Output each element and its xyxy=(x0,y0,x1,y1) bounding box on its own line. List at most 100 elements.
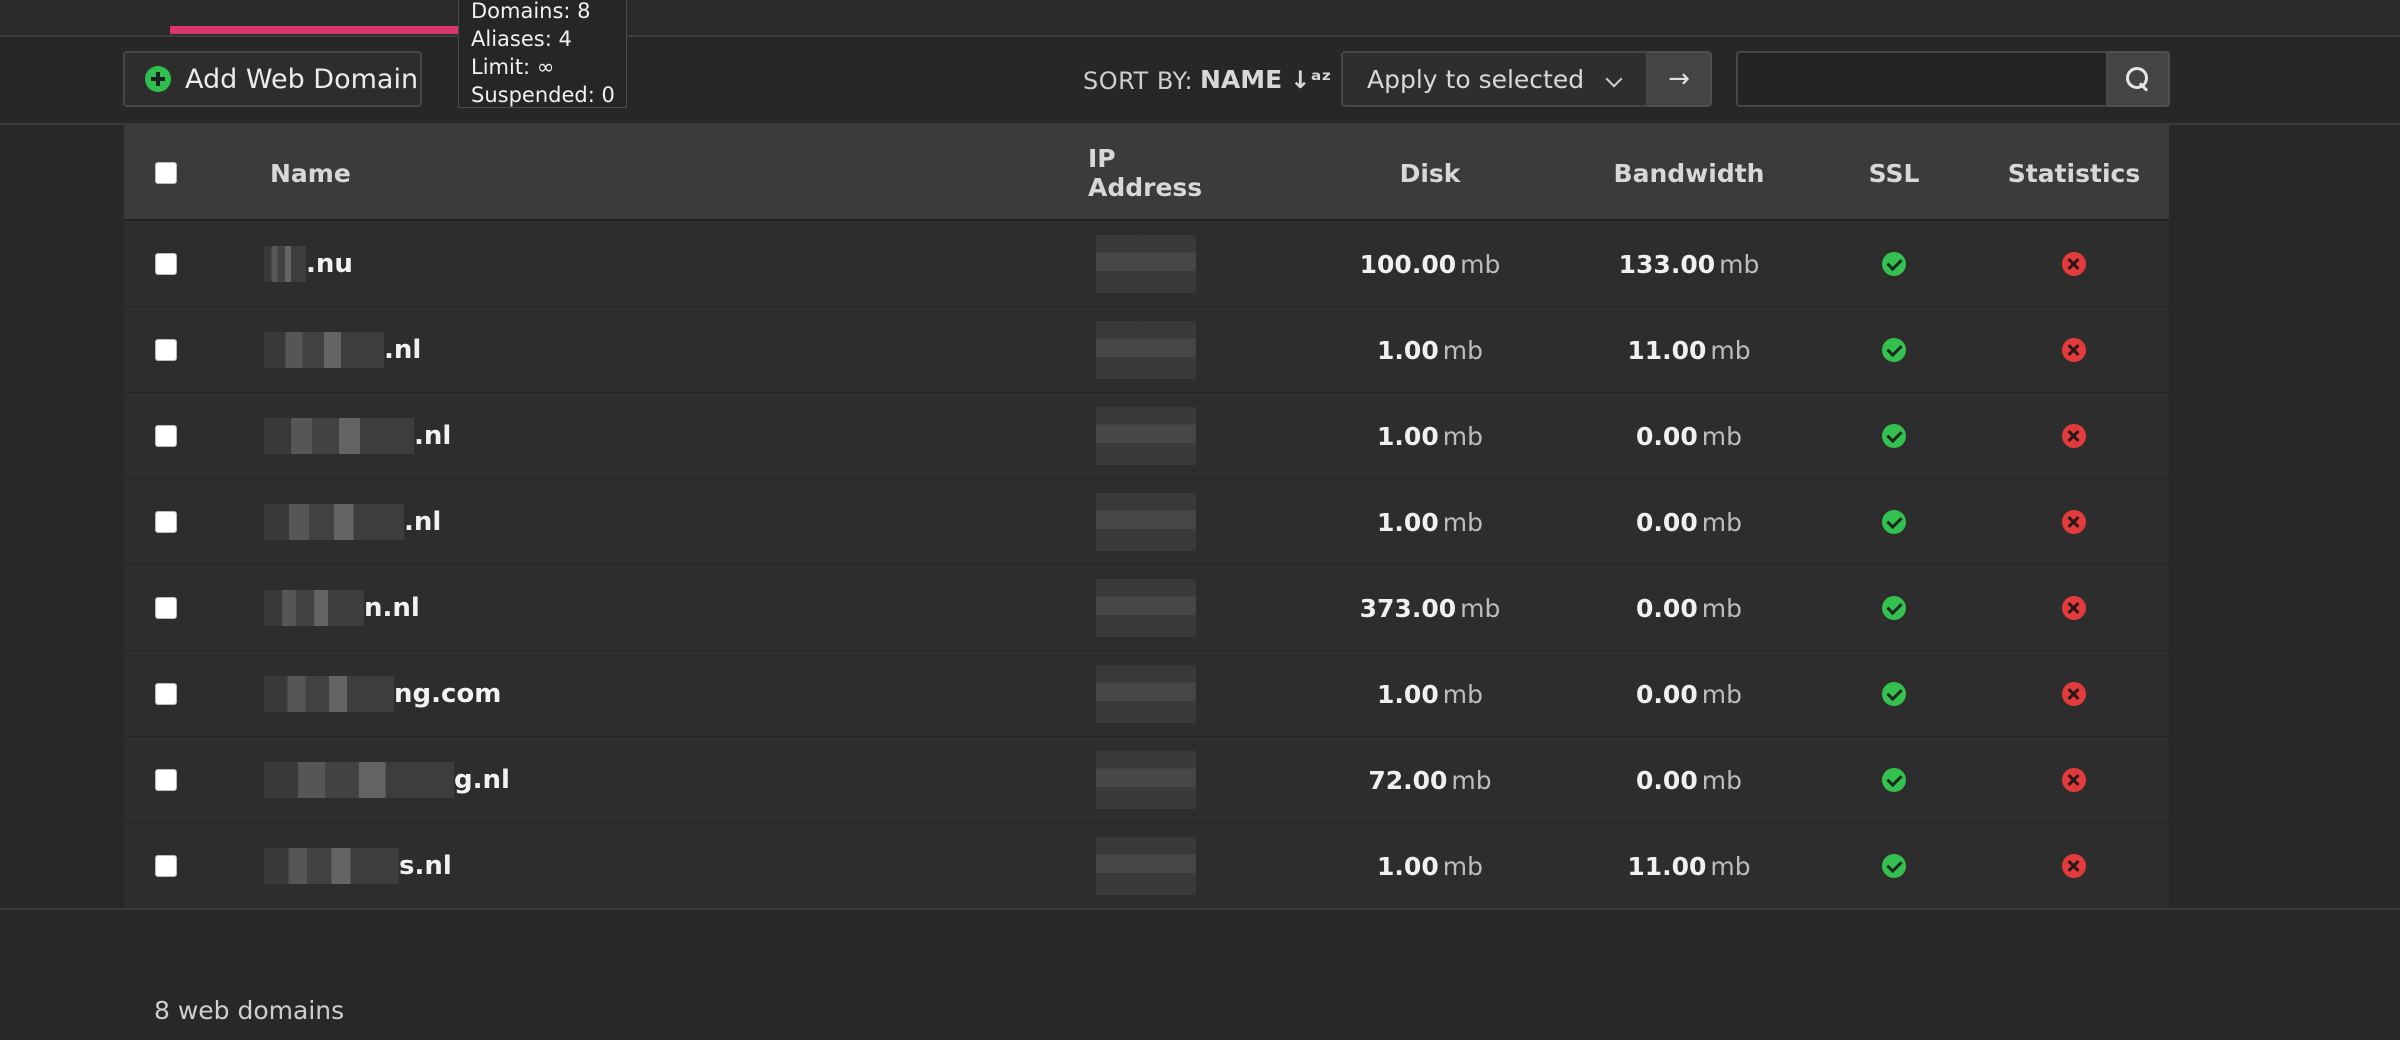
sort-direction-icon: ↓ᵃᶻ xyxy=(1290,65,1332,94)
disk-unit: mb xyxy=(1442,679,1483,709)
domain-name-link[interactable]: .nl xyxy=(414,421,451,451)
bandwidth-cell: 11.00 mb xyxy=(1564,307,1814,393)
ip-address-cell xyxy=(1096,221,1196,307)
disk-cell: 373.00 mb xyxy=(1338,565,1522,651)
disk-cell: 1.00 mb xyxy=(1338,307,1522,393)
disk-value: 100.00 xyxy=(1359,249,1457,279)
row-checkbox[interactable] xyxy=(155,855,177,877)
disk-cell: 1.00 mb xyxy=(1338,479,1522,565)
bulk-action-label: Apply to selected xyxy=(1367,64,1585,94)
domain-name-cell: g.nl xyxy=(264,737,510,823)
domain-name-link[interactable]: .nl xyxy=(384,335,421,365)
ssl-cell xyxy=(1814,565,1974,651)
bandwidth-value: 11.00 xyxy=(1627,851,1707,881)
domain-name-cell: .nu xyxy=(264,221,353,307)
table-row[interactable]: n.nl 373.00 mb 0.00 mb xyxy=(124,565,2169,651)
bulk-action-select[interactable]: Apply to selected xyxy=(1341,51,1648,107)
row-checkbox[interactable] xyxy=(155,339,177,361)
bandwidth-cell: 0.00 mb xyxy=(1564,737,1814,823)
x-circle-icon xyxy=(2062,510,2086,534)
disk-cell: 1.00 mb xyxy=(1338,823,1522,909)
sort-by-label: SORT BY: xyxy=(1083,67,1194,95)
ip-address-cell xyxy=(1096,823,1196,909)
domain-name-link[interactable]: .nl xyxy=(404,507,441,537)
select-all-checkbox[interactable] xyxy=(155,162,177,184)
row-select-cell xyxy=(155,565,177,651)
header-ssl[interactable]: SSL xyxy=(1814,125,1974,221)
ssl-cell xyxy=(1814,737,1974,823)
header-ip[interactable]: IP Address xyxy=(1088,125,1204,221)
x-circle-icon xyxy=(2062,682,2086,706)
disk-value: 72.00 xyxy=(1368,765,1448,795)
disk-value: 373.00 xyxy=(1359,593,1457,623)
bandwidth-unit: mb xyxy=(1701,421,1742,451)
redacted-name xyxy=(264,418,414,454)
row-checkbox[interactable] xyxy=(155,769,177,791)
table-header: Name IP Address Disk Bandwidth SSL Stati… xyxy=(124,125,2169,221)
table-row[interactable]: .nl 1.00 mb 0.00 mb xyxy=(124,393,2169,479)
domain-name-cell: .nl xyxy=(264,479,441,565)
statistics-cell xyxy=(1984,823,2164,909)
bandwidth-value: 0.00 xyxy=(1636,765,1698,795)
table-row[interactable]: ng.com 1.00 mb 0.00 mb xyxy=(124,651,2169,737)
header-name[interactable]: Name xyxy=(270,125,351,221)
add-web-domain-button[interactable]: Add Web Domain xyxy=(123,51,422,107)
domain-name-cell: n.nl xyxy=(264,565,420,651)
stats-tooltip: Domains: 8 Aliases: 4 Limit: ∞ Suspended… xyxy=(458,0,627,108)
add-web-domain-label: Add Web Domain xyxy=(185,63,419,95)
row-select-cell xyxy=(155,823,177,909)
row-checkbox[interactable] xyxy=(155,511,177,533)
redacted-name xyxy=(264,848,399,884)
table-row[interactable]: .nu 100.00 mb 133.00 mb xyxy=(124,221,2169,307)
row-select-cell xyxy=(155,737,177,823)
check-circle-icon xyxy=(1882,510,1906,534)
table-row[interactable]: .nl 1.00 mb 0.00 mb xyxy=(124,479,2169,565)
header-bandwidth[interactable]: Bandwidth xyxy=(1564,125,1814,221)
check-circle-icon xyxy=(1882,854,1906,878)
domain-name-link[interactable]: n.nl xyxy=(364,593,420,623)
table-row[interactable]: .nl 1.00 mb 11.00 mb xyxy=(124,307,2169,393)
row-checkbox[interactable] xyxy=(155,253,177,275)
redacted-ip xyxy=(1096,665,1196,723)
ssl-cell xyxy=(1814,307,1974,393)
apply-bulk-action-button[interactable]: → xyxy=(1648,51,1712,107)
table-row[interactable]: g.nl 72.00 mb 0.00 mb xyxy=(124,737,2169,823)
disk-cell: 1.00 mb xyxy=(1338,651,1522,737)
statistics-cell xyxy=(1984,737,2164,823)
statistics-cell xyxy=(1984,651,2164,737)
row-checkbox[interactable] xyxy=(155,597,177,619)
statistics-cell xyxy=(1984,479,2164,565)
search-button[interactable] xyxy=(2108,51,2170,107)
bandwidth-value: 133.00 xyxy=(1618,249,1716,279)
disk-value: 1.00 xyxy=(1377,335,1439,365)
sort-value: NAME xyxy=(1200,65,1283,94)
redacted-name xyxy=(264,332,384,368)
ssl-cell xyxy=(1814,393,1974,479)
bandwidth-cell: 133.00 mb xyxy=(1564,221,1814,307)
bandwidth-unit: mb xyxy=(1701,765,1742,795)
tooltip-aliases: Aliases: 4 xyxy=(471,27,572,51)
header-statistics[interactable]: Statistics xyxy=(1984,125,2164,221)
redacted-ip xyxy=(1096,493,1196,551)
sort-toggle[interactable]: NAME ↓ᵃᶻ xyxy=(1200,65,1331,94)
table-row[interactable]: s.nl 1.00 mb 11.00 mb xyxy=(124,823,2169,909)
disk-unit: mb xyxy=(1442,851,1483,881)
row-select-cell xyxy=(155,307,177,393)
search-input[interactable] xyxy=(1736,51,2108,107)
ip-address-cell xyxy=(1096,651,1196,737)
row-checkbox[interactable] xyxy=(155,425,177,447)
x-circle-icon xyxy=(2062,854,2086,878)
check-circle-icon xyxy=(1882,424,1906,448)
x-circle-icon xyxy=(2062,252,2086,276)
row-select-cell xyxy=(155,393,177,479)
header-disk[interactable]: Disk xyxy=(1338,125,1522,221)
domain-name-link[interactable]: ng.com xyxy=(394,679,501,709)
domain-name-link[interactable]: s.nl xyxy=(399,851,452,881)
disk-cell: 1.00 mb xyxy=(1338,393,1522,479)
redacted-name xyxy=(264,504,404,540)
disk-cell: 100.00 mb xyxy=(1338,221,1522,307)
redacted-ip xyxy=(1096,837,1196,895)
domain-name-link[interactable]: g.nl xyxy=(454,765,510,795)
row-checkbox[interactable] xyxy=(155,683,177,705)
domain-name-link[interactable]: .nu xyxy=(306,249,353,279)
